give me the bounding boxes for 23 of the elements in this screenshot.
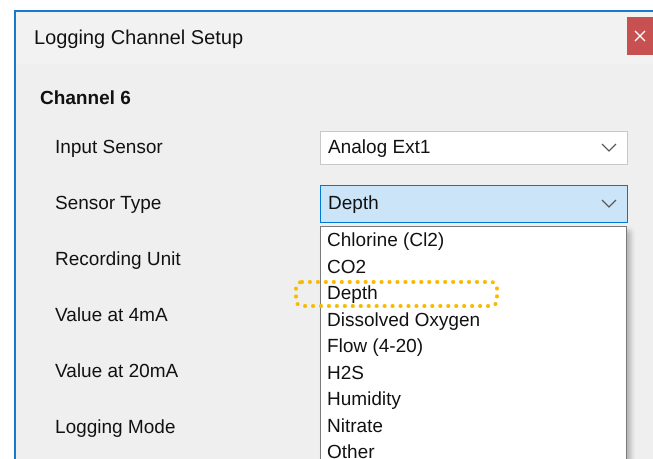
close-icon — [634, 30, 646, 42]
window-title: Logging Channel Setup — [34, 26, 244, 50]
field-label: Logging Mode — [55, 417, 176, 439]
dropdown-option[interactable]: H2S — [325, 360, 366, 387]
field-label: Value at 4mA — [55, 305, 169, 327]
section-heading: Channel 6 — [40, 87, 131, 111]
dropdown-option[interactable]: Flow (4-20) — [325, 334, 426, 360]
chevron-down-icon — [601, 143, 617, 153]
field-label: Recording Unit — [55, 249, 182, 271]
sensor-dropdown[interactable]: Analog Ext1 — [320, 131, 628, 165]
dropdown-option[interactable]: Depth — [325, 281, 380, 308]
field-label: Sensor Type — [55, 193, 162, 215]
field-label: Value at 20mA — [55, 361, 180, 383]
dropdown-option[interactable]: Humidity — [325, 387, 403, 414]
chevron-down-icon — [601, 199, 617, 209]
dropdown-option[interactable]: CO2 — [325, 254, 368, 281]
close-button[interactable] — [627, 17, 653, 55]
sensor-dropdown[interactable]: Depth — [320, 185, 628, 223]
field-label: Input Sensor — [55, 137, 164, 159]
dropdown-option[interactable]: Other — [325, 440, 377, 459]
dropdown-option[interactable]: Nitrate — [325, 414, 385, 440]
dropdown-option[interactable]: Dissolved Oxygen — [325, 308, 482, 334]
dropdown-option[interactable]: Chlorine (Cl2) — [325, 228, 446, 254]
